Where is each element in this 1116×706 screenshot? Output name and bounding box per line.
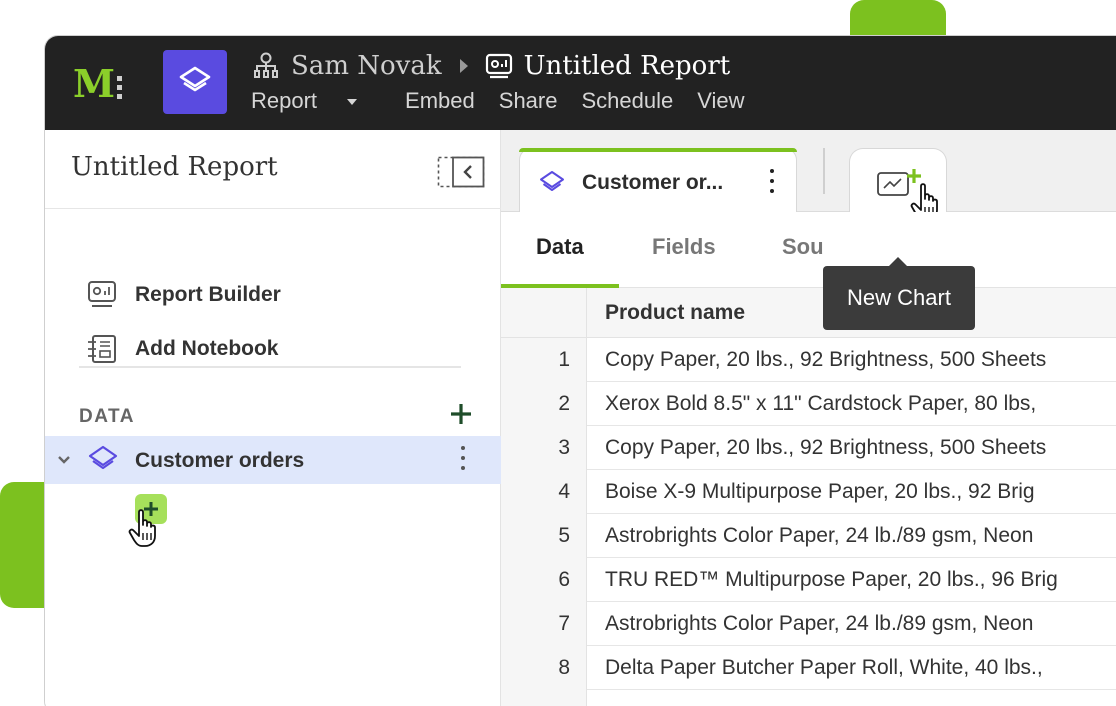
app-switcher-icon	[117, 76, 122, 103]
table-cell[interactable]: Delta Paper Butcher Paper Roll, White, 4…	[605, 646, 1116, 690]
sidebar-item-label: Report Builder	[135, 283, 281, 306]
table-cell[interactable]: Astrobrights Color Paper, 24 lb./89 gsm,…	[605, 514, 1116, 558]
layers-icon	[179, 66, 211, 92]
data-subtabs: Data Fields Sou	[501, 212, 1116, 288]
row-index-header	[501, 288, 587, 338]
add-data-button[interactable]	[447, 400, 475, 428]
table-row[interactable]: 7 Astrobrights Color Paper, 24 lb./89 gsm…	[501, 602, 1116, 646]
dataset-row-customer-orders[interactable]: Customer orders	[45, 436, 501, 484]
row-index: 2	[501, 382, 587, 426]
decorative-green-tab-top	[850, 0, 946, 40]
breadcrumb-report-title[interactable]: Untitled Report	[524, 51, 731, 81]
left-sidebar: Untitled Report Report Builder Add Noteb…	[45, 130, 501, 706]
menu-share[interactable]: Share	[499, 88, 558, 114]
app-window: M Sam Novak Untitled Report Report Embed…	[44, 35, 1116, 706]
report-menu: Report Embed Share Schedule View	[251, 88, 769, 114]
hand-cursor-icon	[128, 509, 156, 547]
table-row[interactable]: 2 Xerox Bold 8.5" x 11" Cardstock Paper, …	[501, 382, 1116, 426]
workspace-icon	[254, 52, 278, 78]
table-row[interactable]: 1 Copy Paper, 20 lbs., 92 Brightness, 500…	[501, 338, 1116, 382]
tab-data[interactable]: Data	[536, 234, 584, 260]
tab-customer-orders[interactable]: Customer or...	[519, 148, 797, 212]
menu-embed[interactable]: Embed	[405, 88, 475, 114]
menu-view[interactable]: View	[697, 88, 744, 114]
row-index: 5	[501, 514, 587, 558]
table-row[interactable]: 3 Copy Paper, 20 lbs., 92 Brightness, 500…	[501, 426, 1116, 470]
dataset-label: Customer orders	[135, 449, 305, 472]
table-cell[interactable]: Astrobrights Color Paper, 24 lb./89 gsm,…	[605, 602, 1116, 646]
table-row[interactable]: 8 Delta Paper Butcher Paper Roll, White, …	[501, 646, 1116, 690]
breadcrumb: Sam Novak Untitled Report	[251, 48, 730, 84]
tab-more-options-icon[interactable]	[770, 169, 774, 199]
row-index: 7	[501, 602, 587, 646]
menu-report[interactable]: Report	[251, 88, 381, 114]
dataset-more-options-icon[interactable]	[461, 446, 465, 476]
row-index: 8	[501, 646, 587, 690]
table-cell[interactable]: TRU RED™ Multipurpose Paper, 20 lbs., 96…	[605, 558, 1116, 602]
breadcrumb-separator-icon	[459, 59, 468, 73]
chart-tabs-bar: Customer or...	[501, 130, 1116, 221]
table-cell[interactable]: Xerox Bold 8.5" x 11" Cardstock Paper, 8…	[605, 382, 1116, 426]
row-index: 4	[501, 470, 587, 514]
brand-logo[interactable]: M	[73, 64, 125, 104]
tab-sources[interactable]: Sou	[782, 234, 824, 260]
dataset-layers-icon	[540, 171, 564, 191]
brand-logo-mark: M	[73, 61, 116, 106]
new-chart-tooltip: New Chart	[823, 257, 975, 330]
plus-icon	[451, 404, 471, 424]
table-row[interactable]: 5 Astrobrights Color Paper, 24 lb./89 gsm…	[501, 514, 1116, 558]
sidebar-header-divider	[45, 208, 501, 209]
dataset-layers-icon	[88, 445, 118, 470]
collapse-sidebar-button[interactable]	[437, 156, 485, 188]
data-section-label: DATA	[79, 406, 135, 427]
menu-schedule[interactable]: Schedule	[581, 88, 673, 114]
tab-divider	[823, 148, 825, 194]
sidebar-divider	[79, 366, 461, 368]
sidebar-title: Untitled Report	[71, 152, 278, 182]
data-table: Product name 1 Copy Paper, 20 lbs., 92 Br…	[501, 288, 1116, 706]
sidebar-item-label: Add Notebook	[135, 337, 279, 360]
report-builder-icon	[88, 281, 116, 307]
row-index: 3	[501, 426, 587, 470]
row-index: 1	[501, 338, 587, 382]
row-index: 6	[501, 558, 587, 602]
table-row[interactable]: 6 TRU RED™ Multipurpose Paper, 20 lbs., 9…	[501, 558, 1116, 602]
tab-label: Customer or...	[582, 171, 724, 194]
row-index	[501, 690, 587, 706]
main-panel: Customer or... Data Fields Sou Product n…	[501, 130, 1116, 706]
sidebar-item-report-builder[interactable]: Report Builder	[85, 275, 281, 315]
table-cell[interactable]: Copy Paper, 20 lbs., 92 Brightness, 500 …	[605, 338, 1116, 382]
report-icon	[485, 53, 512, 79]
column-header-product-name[interactable]: Product name	[605, 301, 745, 325]
table-cell[interactable]: Boise X-9 Multipurpose Paper, 20 lbs., 9…	[605, 470, 1116, 514]
notebook-icon	[88, 335, 116, 363]
collapse-panel-icon	[437, 156, 485, 188]
table-cell[interactable]: Copy Paper, 20 lbs., 92 Brightness, 500 …	[605, 426, 1116, 470]
table-row-partial[interactable]	[501, 690, 1116, 706]
top-bar: M Sam Novak Untitled Report Report Embed…	[45, 36, 1116, 130]
table-header: Product name	[501, 288, 1116, 338]
chevron-down-icon	[347, 99, 358, 106]
tab-fields[interactable]: Fields	[652, 234, 716, 260]
table-row[interactable]: 4 Boise X-9 Multipurpose Paper, 20 lbs., …	[501, 470, 1116, 514]
report-app-icon[interactable]	[163, 50, 227, 114]
menu-report-label: Report	[251, 88, 318, 113]
decorative-green-tab-left	[0, 482, 50, 608]
chevron-down-icon[interactable]	[57, 454, 71, 466]
breadcrumb-user[interactable]: Sam Novak	[291, 51, 442, 81]
sidebar-item-add-notebook[interactable]: Add Notebook	[85, 329, 278, 369]
